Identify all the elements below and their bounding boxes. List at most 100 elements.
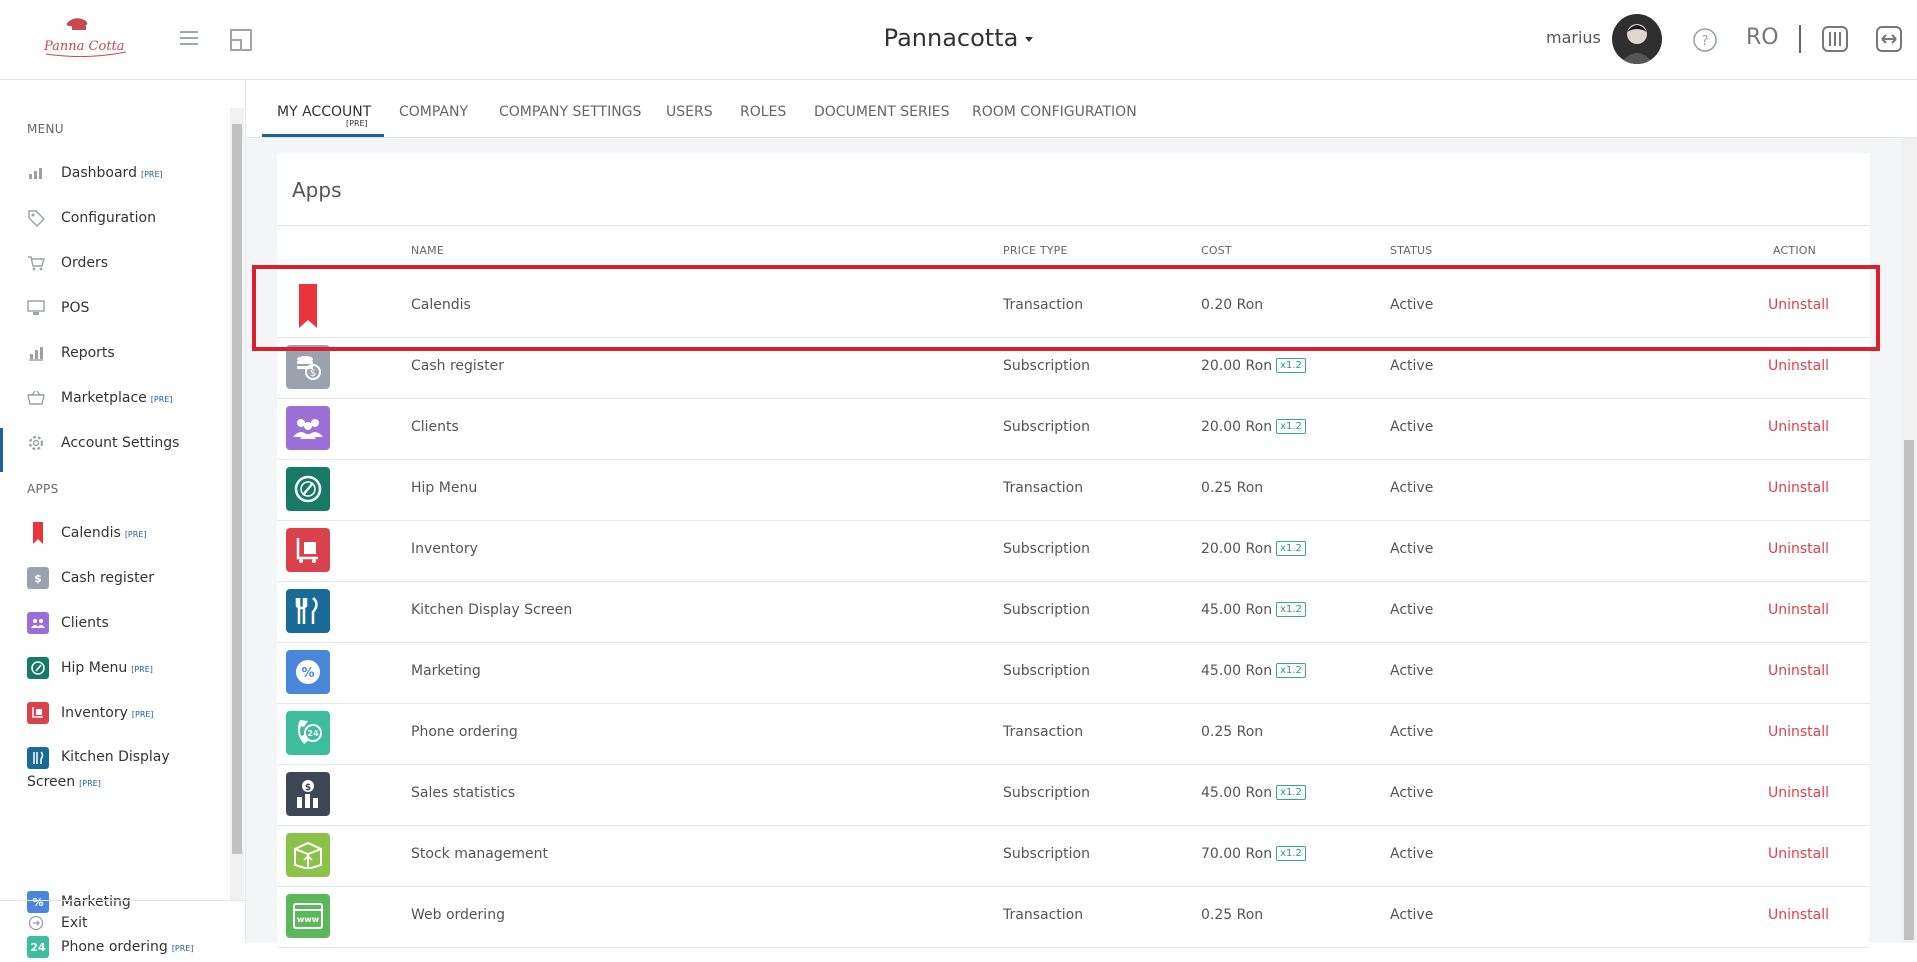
sidebar-app-hip-menu[interactable]: Hip Menu [PRE] [27, 653, 227, 683]
trolley-icon [286, 528, 330, 572]
tab-document-series[interactable]: DOCUMENT SERIES [814, 104, 950, 120]
basket-icon [27, 389, 45, 407]
app-status: Active [1390, 907, 1434, 923]
exit-button[interactable]: Exit [27, 908, 227, 938]
avatar[interactable] [1612, 14, 1662, 64]
sidebar-scrollbar-thumb[interactable] [232, 124, 242, 854]
app-status: Active [1390, 480, 1434, 496]
sidebar-item-configuration[interactable]: Configuration [27, 203, 227, 233]
fullscreen-toggle-icon[interactable] [230, 29, 252, 55]
app-status: Active [1390, 541, 1434, 557]
uninstall-link[interactable]: Uninstall [1768, 480, 1829, 496]
top-bar: Panna Cotta Pannacotta marius ? RO [0, 0, 1917, 80]
table-row: www Web ordering Transaction 0.25 Ron Active… [277, 886, 1870, 948]
sidebar-item-label: Inventory [61, 705, 128, 721]
bar-chart-icon [27, 344, 45, 362]
help-icon[interactable]: ? [1692, 27, 1718, 57]
sidebar-app-inventory[interactable]: Inventory [PRE] [27, 698, 227, 728]
tab-users[interactable]: USERS [666, 104, 713, 120]
app-status: Active [1390, 419, 1434, 435]
sidebar-item-label: Hip Menu [61, 660, 128, 676]
sidebar-app-kitchen-display-line2[interactable]: Screen [PRE] [27, 767, 227, 797]
swap-icon[interactable] [1876, 26, 1902, 56]
column-header-cost: COST [1201, 244, 1232, 257]
app-name: Inventory [411, 541, 478, 557]
sidebar-app-calendis[interactable]: Calendis [PRE] [27, 518, 227, 548]
sidebar-item-label: Configuration [61, 210, 156, 226]
sidebar-item-marketplace[interactable]: Marketplace [PRE] [27, 383, 227, 413]
tab-my-account[interactable]: MY ACCOUNT [277, 104, 371, 120]
multiplier-badge: x1.2 [1276, 784, 1306, 800]
app-cost: 70.00 Ron x1.2 [1201, 845, 1306, 862]
divider [277, 225, 1870, 226]
brand-name: Pannacotta [883, 24, 1019, 52]
app-cost-value: 45.00 Ron [1201, 602, 1273, 618]
uninstall-link[interactable]: Uninstall [1768, 724, 1829, 740]
app-status: Active [1390, 785, 1434, 801]
app-name: Kitchen Display Screen [411, 602, 573, 618]
app-status: Active [1390, 663, 1434, 679]
hamburger-menu-icon[interactable] [180, 30, 198, 50]
app-cost-value: 70.00 Ron [1201, 846, 1273, 862]
table-row: Inventory Subscription 20.00 Ron x1.2 Active… [277, 520, 1870, 582]
uninstall-link[interactable]: Uninstall [1768, 419, 1829, 435]
svg-text:Panna Cotta: Panna Cotta [43, 39, 125, 54]
uninstall-link[interactable]: Uninstall [1768, 602, 1829, 618]
app-name: Hip Menu [411, 480, 478, 496]
uninstall-link[interactable]: Uninstall [1768, 663, 1829, 679]
app-cost-value: 20.00 Ron [1201, 358, 1273, 374]
app-cost-value: 0.25 Ron [1201, 724, 1264, 740]
app-name: Cash register [411, 358, 504, 374]
sidebar-app-cash-register[interactable]: $ Cash register [27, 563, 227, 593]
app-name: Stock management [411, 846, 548, 862]
receipt-printer-icon[interactable] [1822, 26, 1848, 56]
sidebar-item-label: POS [61, 300, 90, 316]
percent-icon: % [286, 650, 330, 694]
main-scrollbar-thumb[interactable] [1904, 440, 1914, 940]
language-selector[interactable]: RO [1746, 25, 1779, 50]
sidebar-app-clients[interactable]: Clients [27, 608, 227, 638]
app-price-type: Transaction [1003, 480, 1084, 496]
bookmark-icon [27, 522, 49, 544]
www-icon: www [286, 894, 330, 938]
sidebar-item-orders[interactable]: Orders [27, 248, 227, 278]
sidebar-item-pos[interactable]: POS [27, 293, 227, 323]
app-status: Active [1390, 724, 1434, 740]
uninstall-link[interactable]: Uninstall [1768, 358, 1829, 374]
uninstall-link[interactable]: Uninstall [1768, 846, 1829, 862]
username[interactable]: marius [1546, 28, 1601, 47]
uninstall-link[interactable]: Uninstall [1768, 907, 1829, 923]
tab-roles[interactable]: ROLES [740, 104, 786, 120]
sidebar-item-label: Cash register [61, 570, 154, 586]
app-price-type: Transaction [1003, 907, 1084, 923]
sidebar-item-label: Marketplace [61, 390, 147, 406]
app-price-type: Transaction [1003, 724, 1084, 740]
exit-section: Exit [0, 900, 245, 944]
app-price-type: Subscription [1003, 785, 1090, 801]
sidebar-item-account-settings[interactable]: Account Settings [27, 428, 227, 458]
multiplier-badge: x1.2 [1276, 357, 1306, 373]
multiplier-badge: x1.2 [1276, 601, 1306, 617]
tab-company-settings[interactable]: COMPANY SETTINGS [499, 104, 641, 120]
table-row: $ Sales statistics Subscription 45.00 Ron x1… [277, 764, 1870, 826]
app-cost: 20.00 Ron x1.2 [1201, 418, 1306, 435]
app-name: Clients [411, 419, 459, 435]
brand-dropdown[interactable]: Pannacotta [884, 24, 1034, 52]
cutlery-icon [27, 747, 49, 769]
phone-24-icon: 24 [286, 711, 330, 755]
app-price-type: Subscription [1003, 541, 1090, 557]
uninstall-link[interactable]: Uninstall [1768, 785, 1829, 801]
tab-company[interactable]: COMPANY [399, 104, 468, 120]
company-logo[interactable]: Panna Cotta [42, 16, 132, 60]
column-header-status: STATUS [1390, 244, 1433, 257]
uninstall-link[interactable]: Uninstall [1768, 541, 1829, 557]
tab-room-configuration[interactable]: ROOM CONFIGURATION [972, 104, 1137, 120]
svg-text:?: ? [1702, 34, 1709, 49]
sidebar-item-label: Reports [61, 345, 115, 361]
column-header-action: ACTION [1773, 244, 1817, 257]
sidebar-item-reports[interactable]: Reports [27, 338, 227, 368]
table-row: Hip Menu Transaction 0.25 Ron Active Uninsta… [277, 459, 1870, 521]
sidebar-item-dashboard[interactable]: Dashboard [PRE] [27, 158, 227, 188]
cutlery-icon [286, 589, 330, 633]
app-name: Marketing [411, 663, 481, 679]
